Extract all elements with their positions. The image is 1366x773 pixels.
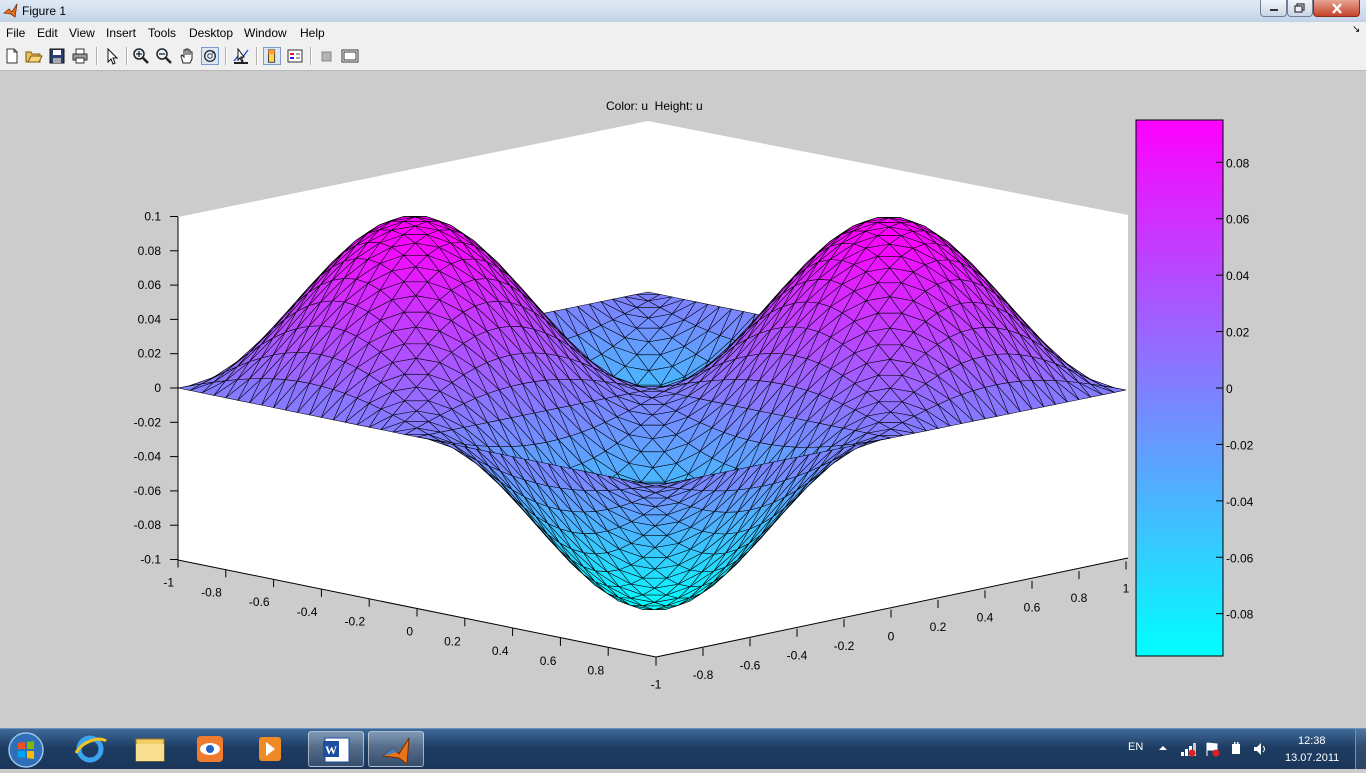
matlab-icon — [3, 3, 18, 18]
x-tick-label: -0.4 — [297, 605, 318, 619]
close-button[interactable] — [1313, 0, 1360, 17]
volume-icon[interactable] — [1252, 741, 1268, 757]
menu-view[interactable]: View — [69, 26, 95, 40]
clock-time[interactable]: 12:38 — [1298, 735, 1326, 747]
save-icon[interactable] — [48, 47, 66, 65]
y-tick-label: 1 — [1123, 582, 1130, 596]
edit-plot-arrow-icon[interactable] — [103, 47, 121, 65]
menu-file[interactable]: File — [6, 26, 25, 40]
insert-colorbar-icon[interactable] — [263, 47, 281, 65]
zoom-out-icon[interactable] — [155, 47, 173, 65]
action-center-flag-icon[interactable] — [1204, 741, 1220, 757]
taskbar-internet-explorer[interactable] — [62, 731, 118, 767]
zoom-in-icon[interactable] — [132, 47, 150, 65]
taskbar-word[interactable]: W — [308, 731, 364, 767]
z-tick-label: 0.06 — [138, 278, 162, 292]
language-indicator[interactable]: EN — [1128, 741, 1143, 753]
clock-date[interactable]: 13.07.2011 — [1285, 752, 1339, 764]
x-tick-label: -0.6 — [249, 595, 270, 609]
surface-plot[interactable]: 0.1 0.08 0.06 0.04 0.02 0 -0.02 -0.04 -0.06 -0.08… — [0, 70, 1366, 728]
menu-edit[interactable]: Edit — [37, 26, 58, 40]
x-tick-label: 0.8 — [588, 664, 605, 678]
hide-plot-tools-icon[interactable] — [318, 47, 336, 65]
show-desktop-button[interactable] — [1355, 729, 1366, 769]
power-plug-icon[interactable] — [1228, 741, 1244, 757]
eye-app-icon — [182, 731, 238, 767]
x-tick-label: -1 — [163, 576, 174, 590]
word-icon: W — [309, 732, 365, 768]
z-tick-label: 0.1 — [144, 210, 161, 224]
window-title: Figure 1 — [22, 4, 66, 18]
windows-taskbar: W EN 12:38 13.07.2011 — [0, 728, 1366, 769]
menu-tools[interactable]: Tools — [148, 26, 176, 40]
taskbar-media-player[interactable] — [242, 731, 298, 767]
tray-arrow-icon[interactable] — [1158, 743, 1168, 753]
network-signal-icon[interactable] — [1180, 741, 1196, 757]
colorbar-tick-label: -0.02 — [1226, 438, 1254, 452]
media-player-icon — [242, 731, 298, 767]
y-tick-label: -1 — [651, 678, 662, 692]
colorbar-tick-label: 0 — [1226, 382, 1233, 396]
start-button-icon[interactable] — [7, 731, 45, 769]
menu-dock-arrow-icon[interactable]: ↘ — [1352, 24, 1360, 35]
y-tick-label: 0 — [888, 630, 895, 644]
z-tick-label: 0 — [154, 381, 161, 395]
y-tick-label: 0.4 — [977, 610, 994, 624]
colorbar[interactable] — [1136, 120, 1223, 656]
z-tick-label: -0.04 — [134, 450, 162, 464]
menu-window[interactable]: Window — [244, 26, 287, 40]
colorbar-tick-label: 0.06 — [1226, 213, 1250, 227]
title-bar: Figure 1 — [0, 0, 1366, 23]
z-tick-label: 0.02 — [138, 347, 162, 361]
internet-explorer-icon — [62, 731, 118, 767]
figure-toolbar — [0, 42, 1366, 71]
z-tick-label: -0.08 — [134, 518, 162, 532]
maximize-button[interactable] — [1287, 0, 1313, 17]
rotate-3d-icon[interactable] — [201, 47, 219, 65]
y-tick-label: 0.2 — [930, 620, 947, 634]
x-tick-label: -0.8 — [201, 585, 222, 599]
y-tick-label: -0.2 — [834, 639, 855, 653]
y-tick-label: 0.8 — [1071, 591, 1088, 605]
print-icon[interactable] — [71, 47, 89, 65]
z-tick-label: 0.08 — [138, 244, 162, 258]
x-tick-label: 0.6 — [540, 654, 557, 668]
taskbar-matlab[interactable] — [368, 731, 424, 767]
z-tick-label: -0.1 — [140, 553, 161, 567]
x-tick-label: -0.2 — [345, 615, 366, 629]
svg-text:W: W — [325, 743, 337, 757]
z-tick-label: 0.04 — [138, 312, 162, 326]
menu-bar: File Edit View Insert Tools Desktop Wind… — [0, 22, 1366, 42]
menu-insert[interactable]: Insert — [106, 26, 136, 40]
menu-desktop[interactable]: Desktop — [189, 26, 233, 40]
colorbar-tick-label: -0.04 — [1226, 495, 1254, 509]
y-tick-label: -0.4 — [787, 649, 808, 663]
open-file-icon[interactable] — [25, 47, 43, 65]
matlab-taskbar-icon — [369, 732, 425, 768]
colorbar-tick-label: 0.04 — [1226, 269, 1250, 283]
x-tick-label: 0 — [406, 625, 413, 639]
z-tick-label: -0.02 — [134, 415, 162, 429]
colorbar-tick-label: 0.02 — [1226, 326, 1250, 340]
x-tick-label: 0.2 — [444, 634, 461, 648]
data-cursor-icon[interactable] — [232, 47, 250, 65]
menu-help[interactable]: Help — [300, 26, 325, 40]
show-plot-tools-icon[interactable] — [341, 47, 359, 65]
y-tick-label: 0.6 — [1024, 601, 1041, 615]
minimize-button[interactable] — [1260, 0, 1287, 17]
folder-icon — [122, 731, 178, 767]
pan-hand-icon[interactable] — [178, 47, 196, 65]
colorbar-tick-label: -0.06 — [1226, 551, 1254, 565]
new-figure-icon[interactable] — [3, 47, 21, 65]
colorbar-tick-label: -0.08 — [1226, 608, 1254, 622]
x-tick-label: 0.4 — [492, 644, 509, 658]
taskbar-app-eye[interactable] — [182, 731, 238, 767]
colorbar-tick-label: 0.08 — [1226, 156, 1250, 170]
insert-legend-icon[interactable] — [286, 47, 304, 65]
y-tick-label: -0.6 — [740, 658, 761, 672]
taskbar-explorer[interactable] — [122, 731, 178, 767]
z-tick-label: -0.06 — [134, 484, 162, 498]
y-tick-label: -0.8 — [693, 668, 714, 682]
